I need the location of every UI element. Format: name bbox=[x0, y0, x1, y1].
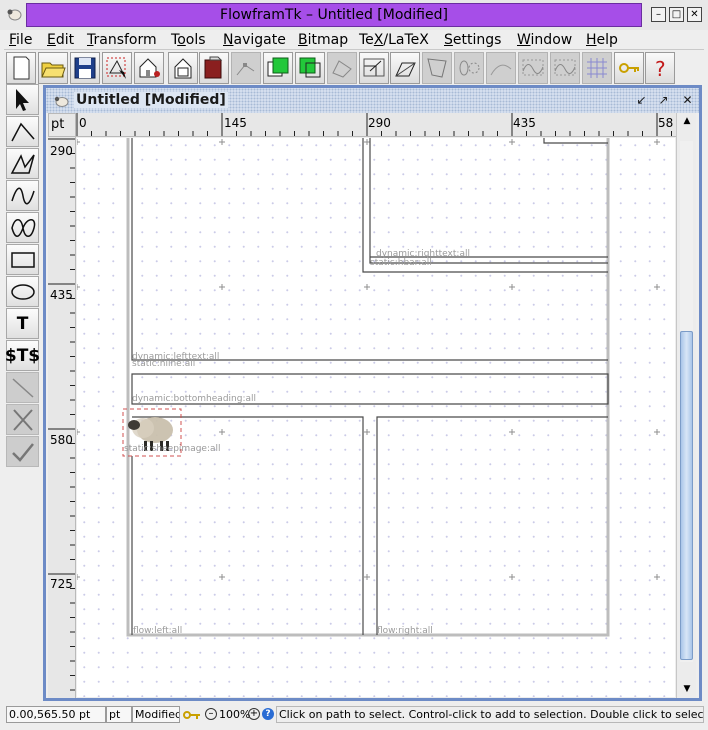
scroll-up-icon[interactable]: ▲ bbox=[681, 115, 693, 127]
zoom-level[interactable]: 100% bbox=[219, 707, 250, 722]
text-tool-icon[interactable]: T bbox=[6, 308, 39, 339]
pattern-icon[interactable] bbox=[454, 52, 484, 84]
move-to-front-icon[interactable] bbox=[263, 52, 293, 84]
help-icon[interactable]: ? bbox=[645, 52, 675, 84]
menu-bitmap[interactable]: Bitmap bbox=[298, 31, 348, 49]
document-window[interactable]: Untitled [Modified] ↙ ↗ ✕ pt 0 145 290 4… bbox=[43, 85, 702, 701]
properties-icon[interactable] bbox=[134, 52, 164, 84]
maximize-icon[interactable]: ↗ bbox=[656, 93, 671, 108]
horizontal-ruler: 0 145 290 435 58 bbox=[76, 113, 676, 137]
menu-transform[interactable]: Transform bbox=[87, 31, 157, 49]
menu-help[interactable]: Help bbox=[586, 31, 618, 49]
menu-window[interactable]: Window bbox=[517, 31, 572, 49]
frame-properties-icon[interactable] bbox=[168, 52, 198, 84]
scroll-down-icon[interactable]: ▼ bbox=[681, 683, 693, 695]
open-line-tool-icon[interactable] bbox=[6, 116, 39, 147]
closed-line-tool-icon[interactable] bbox=[6, 148, 39, 179]
vertical-ruler: 290 435 580 725 bbox=[48, 137, 76, 698]
gap-tool-icon[interactable] bbox=[6, 372, 39, 403]
select-all-icon[interactable] bbox=[102, 52, 132, 84]
distort-icon[interactable] bbox=[422, 52, 452, 84]
ruler-unit-label: pt bbox=[48, 113, 76, 137]
document-titlebar[interactable]: Untitled [Modified] ↙ ↗ ✕ bbox=[46, 88, 699, 113]
maximize-icon[interactable]: □ bbox=[669, 7, 684, 22]
select-tool-icon[interactable] bbox=[6, 84, 39, 115]
h-ruler-label: 0 bbox=[79, 116, 87, 130]
status-message: Click on path to select. Control-click t… bbox=[276, 706, 704, 723]
unit-selector[interactable]: pt bbox=[106, 706, 132, 723]
menu-navigate[interactable]: Navigate bbox=[223, 31, 286, 49]
minimize-icon[interactable]: – bbox=[651, 7, 666, 22]
app-logo-icon bbox=[7, 9, 22, 21]
closed-curve-tool-icon[interactable] bbox=[6, 212, 39, 243]
v-ruler-label: 725 bbox=[50, 577, 73, 591]
abandon-path-icon[interactable] bbox=[6, 404, 39, 435]
canvas-area: pt 0 145 290 435 58 290 435 580 725 dyna… bbox=[48, 113, 696, 698]
tool-palette: T $T$ bbox=[5, 84, 40, 468]
h-ruler-label: 290 bbox=[368, 116, 391, 130]
lock-grid-icon[interactable] bbox=[614, 52, 644, 84]
v-ruler-label: 290 bbox=[50, 144, 73, 158]
frame-label: flow:left:all bbox=[133, 626, 183, 636]
merge-paths-icon[interactable] bbox=[518, 52, 548, 84]
vertical-scrollbar[interactable]: ▲ ▼ bbox=[676, 113, 696, 698]
h-ruler-label: 435 bbox=[513, 116, 536, 130]
open-curve-tool-icon[interactable] bbox=[6, 180, 39, 211]
menu-edit[interactable]: Edit bbox=[47, 31, 74, 49]
position-readout: 0.00,565.50 pt bbox=[6, 706, 106, 723]
canvas-drawing bbox=[77, 138, 675, 697]
menu-tools[interactable]: Tools bbox=[171, 31, 206, 49]
open-icon[interactable] bbox=[38, 52, 68, 84]
window-titlebar[interactable]: FlowframTk – Untitled [Modified] – □ ✕ bbox=[0, 0, 708, 30]
book-properties-icon[interactable] bbox=[199, 52, 229, 84]
frame-label: static:hline:all bbox=[132, 359, 196, 369]
save-icon[interactable] bbox=[70, 52, 100, 84]
move-to-back-icon[interactable] bbox=[295, 52, 325, 84]
edit-path-icon[interactable] bbox=[231, 52, 261, 84]
modified-indicator: Modified bbox=[132, 706, 180, 723]
document-title: Untitled [Modified] bbox=[74, 92, 228, 108]
close-icon[interactable]: ✕ bbox=[680, 93, 695, 108]
close-icon[interactable]: ✕ bbox=[687, 7, 702, 22]
zoom-in-icon[interactable]: + bbox=[248, 708, 260, 720]
grid-icon[interactable] bbox=[582, 52, 612, 84]
main-toolbar: ? bbox=[4, 50, 704, 86]
h-ruler-label: 145 bbox=[224, 116, 247, 130]
math-text-tool-icon[interactable]: $T$ bbox=[5, 340, 40, 371]
menu-tex-latex[interactable]: TeX/LaTeX bbox=[359, 31, 429, 49]
status-bar: 0.00,565.50 pt pt Modified – 100% + ? Cl… bbox=[0, 703, 708, 725]
v-ruler-label: 435 bbox=[50, 288, 73, 302]
reduce-path-icon[interactable] bbox=[327, 52, 357, 84]
document-logo-icon bbox=[54, 96, 69, 107]
lock-icon[interactable] bbox=[182, 708, 202, 722]
frame-label: static:sheepimage:all bbox=[124, 444, 221, 454]
vertical-ruler-ticks bbox=[48, 138, 75, 691]
frame-label: flow:right:all bbox=[377, 626, 433, 636]
menu-file[interactable]: File bbox=[9, 31, 32, 49]
menu-bar: File Edit Transform Tools Navigate Bitma… bbox=[4, 30, 704, 50]
scroll-thumb[interactable] bbox=[680, 331, 693, 660]
new-icon[interactable] bbox=[6, 52, 36, 84]
split-icon[interactable] bbox=[550, 52, 580, 84]
shear-icon[interactable] bbox=[390, 52, 420, 84]
frame-label: static:hbar:all bbox=[370, 258, 432, 268]
svg-text:?: ? bbox=[655, 57, 666, 81]
text-path-icon[interactable] bbox=[486, 52, 516, 84]
v-ruler-label: 580 bbox=[50, 433, 73, 447]
zoom-out-icon[interactable]: – bbox=[205, 708, 217, 720]
window-title: FlowframTk – Untitled [Modified] bbox=[26, 3, 642, 27]
ellipse-tool-icon[interactable] bbox=[6, 276, 39, 307]
rectangle-tool-icon[interactable] bbox=[6, 244, 39, 275]
finish-path-icon[interactable] bbox=[6, 436, 39, 467]
help-icon[interactable]: ? bbox=[262, 708, 274, 720]
scale-icon[interactable] bbox=[359, 52, 389, 84]
menu-settings[interactable]: Settings bbox=[444, 31, 501, 49]
frame-label: dynamic:bottomheading:all bbox=[132, 394, 256, 404]
drawing-canvas[interactable]: dynamic:righttext:all static:hbar:all dy… bbox=[77, 138, 675, 697]
iconify-icon[interactable]: ↙ bbox=[634, 93, 649, 108]
h-ruler-label: 58 bbox=[658, 116, 674, 130]
